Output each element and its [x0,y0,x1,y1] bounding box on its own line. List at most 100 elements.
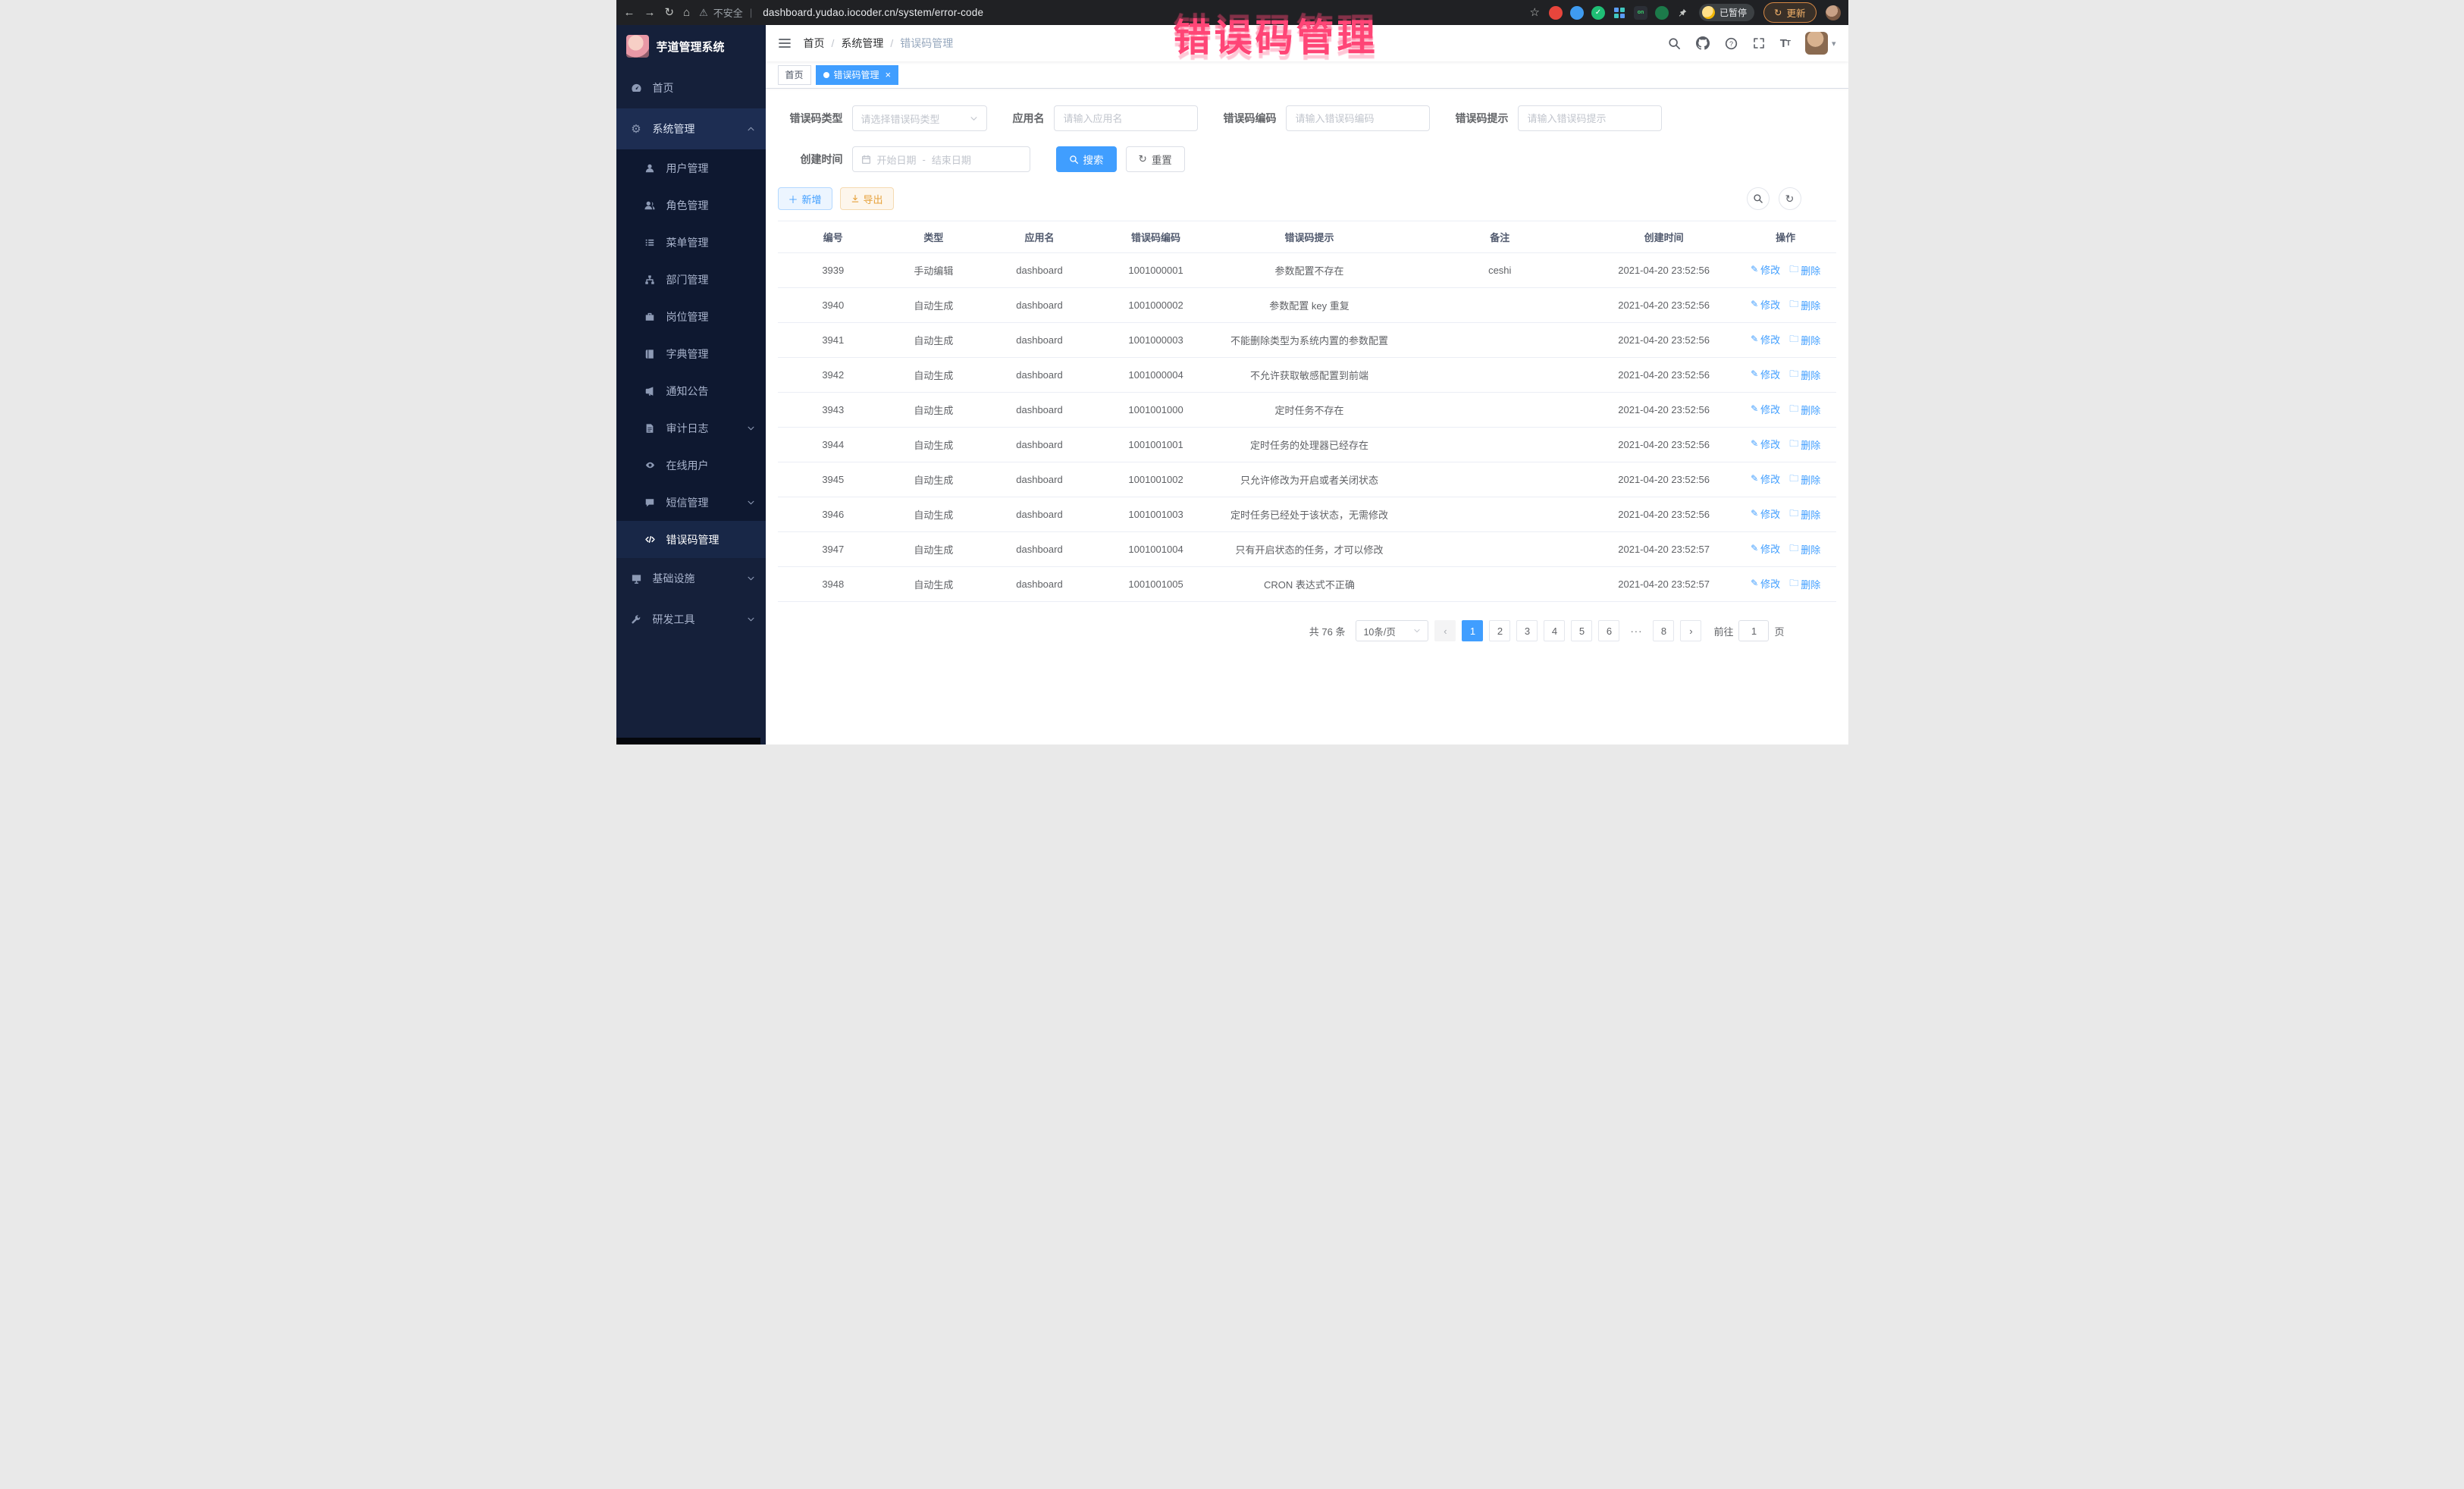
edit-link[interactable]: ✎修改 [1751,262,1780,277]
delete-link[interactable]: 🗀删除 [1789,367,1820,383]
export-button[interactable]: 导出 [840,187,894,210]
breadcrumb-system[interactable]: 系统管理 [841,36,883,51]
sidebar-item-home[interactable]: 首页 [616,67,766,108]
forward-icon[interactable]: → [644,7,656,18]
delete-link[interactable]: 🗀删除 [1789,332,1820,348]
cell-type: 自动生成 [889,497,979,532]
sidebar-item-audit-log[interactable]: 审计日志 [616,409,766,447]
edit-link[interactable]: ✎修改 [1751,297,1780,312]
page-button-1[interactable]: 1 [1462,620,1483,641]
app-logo-row[interactable]: 芋道管理系统 [616,25,766,67]
sidebar-item-infrastructure[interactable]: 基础设施 [616,558,766,599]
reset-button[interactable]: ↻ 重置 [1126,146,1185,172]
vue-devtools-extension-icon[interactable]: ✓ [1591,6,1605,20]
edit-link[interactable]: ✎修改 [1751,332,1780,346]
page-button-2[interactable]: 2 [1489,620,1510,641]
page-button-6[interactable]: 6 [1598,620,1619,641]
sidebar-item-users[interactable]: 用户管理 [616,149,766,187]
next-page-button[interactable]: › [1680,620,1701,641]
font-size-icon[interactable]: TT [1780,37,1790,50]
browser-update-button[interactable]: ↻ 更新 [1763,2,1817,23]
cell-id: 3946 [778,497,889,532]
sidebar-item-online-users[interactable]: 在线用户 [616,447,766,484]
sidebar-item-sms[interactable]: 短信管理 [616,484,766,521]
cell-type: 自动生成 [889,358,979,393]
page-button-5[interactable]: 5 [1571,620,1592,641]
delete-link[interactable]: 🗀删除 [1789,262,1820,278]
back-icon[interactable]: ← [624,7,635,18]
sidebar-item-notice[interactable]: 通知公告 [616,372,766,409]
sidebar-item-error-code[interactable]: 错误码管理 [616,521,766,558]
page-button-4[interactable]: 4 [1544,620,1565,641]
table-row: 3947 自动生成 dashboard 1001001004 只有开启状态的任务… [778,532,1836,567]
delete-link[interactable]: 🗀删除 [1789,506,1820,522]
sidebar-item-label: 菜单管理 [666,235,709,250]
sidebar-item-dictionary[interactable]: 字典管理 [616,335,766,372]
delete-link[interactable]: 🗀删除 [1789,297,1820,313]
search-icon[interactable] [1668,37,1681,50]
sidebar-item-menus[interactable]: 菜单管理 [616,224,766,261]
edit-link[interactable]: ✎修改 [1751,367,1780,381]
table-row: 3942 自动生成 dashboard 1001000004 不允许获取敏感配置… [778,358,1836,393]
proxy-extension-icon[interactable]: on [1634,6,1647,20]
tab-home[interactable]: 首页 [778,65,811,85]
profile-paused-badge[interactable]: 已暂停 [1699,4,1754,21]
delete-link[interactable]: 🗀删除 [1789,402,1820,418]
site-security[interactable]: ⚠ 不安全 | [699,5,754,20]
breadcrumb-home[interactable]: 首页 [804,36,825,51]
collapse-sidebar-icon[interactable] [778,36,792,50]
system-submenu: 用户管理 角色管理 菜单管理 [616,149,766,558]
page-size-select[interactable]: 10条/页 [1356,620,1428,641]
page-button-3[interactable]: 3 [1516,620,1538,641]
sidebar-item-dev-tools[interactable]: 研发工具 [616,599,766,640]
browser-avatar[interactable] [1826,5,1841,20]
refresh-table-icon[interactable]: ↻ [1779,187,1801,210]
pin-extension-icon[interactable] [1676,6,1690,20]
search-button[interactable]: 搜索 [1056,146,1117,172]
sidebar-item-label: 角色管理 [666,198,709,213]
sidebar-item-roles[interactable]: 角色管理 [616,187,766,224]
user-avatar-menu[interactable]: ▾ [1805,32,1836,55]
help-icon[interactable]: ? [1725,37,1738,50]
delete-icon: 🗀 [1789,332,1798,348]
tab-error-code[interactable]: 错误码管理 × [816,65,899,85]
dashboard-icon [630,83,643,94]
add-button[interactable]: ＋ 新增 [778,187,832,210]
fullscreen-icon[interactable] [1753,37,1765,49]
edit-link[interactable]: ✎修改 [1751,541,1780,556]
extensions-grid-icon[interactable] [1613,6,1626,20]
more-pages-button[interactable]: ··· [1625,620,1647,641]
reload-icon[interactable]: ↻ [665,7,675,18]
edit-link[interactable]: ✎修改 [1751,472,1780,486]
cell-id: 3941 [778,323,889,358]
error-hint-input[interactable] [1518,105,1662,131]
sidebar-item-departments[interactable]: 部门管理 [616,261,766,298]
page-button-8[interactable]: 8 [1653,620,1674,641]
sidebar-item-system[interactable]: ⚙ 系统管理 [616,108,766,149]
error-code-input[interactable] [1286,105,1430,131]
edit-link[interactable]: ✎修改 [1751,402,1780,416]
date-range-picker[interactable]: 开始日期 - 结束日期 [852,146,1030,172]
delete-link[interactable]: 🗀删除 [1789,576,1820,592]
adblock-extension-icon[interactable] [1549,6,1563,20]
prev-page-button[interactable]: ‹ [1434,620,1456,641]
delete-link[interactable]: 🗀删除 [1789,541,1820,557]
address-url[interactable]: dashboard.yudao.iocoder.cn/system/error-… [763,7,983,18]
close-icon[interactable]: × [886,70,892,80]
search-toggle-icon[interactable] [1747,187,1770,210]
cell-type: 自动生成 [889,428,979,462]
delete-link[interactable]: 🗀删除 [1789,472,1820,487]
github-icon[interactable] [1696,36,1710,50]
edit-link[interactable]: ✎修改 [1751,506,1780,521]
bookmark-star-icon[interactable]: ☆ [1530,7,1540,18]
app-name-input[interactable] [1054,105,1198,131]
leaf-extension-icon[interactable] [1655,6,1669,20]
sidebar-item-posts[interactable]: 岗位管理 [616,298,766,335]
edit-link[interactable]: ✎修改 [1751,576,1780,591]
edit-link[interactable]: ✎修改 [1751,437,1780,451]
goto-page-input[interactable] [1738,620,1769,641]
error-type-select[interactable]: 请选择错误码类型 [852,105,987,131]
colorpicker-extension-icon[interactable] [1570,6,1584,20]
home-icon[interactable]: ⌂ [683,7,690,18]
delete-link[interactable]: 🗀删除 [1789,437,1820,453]
